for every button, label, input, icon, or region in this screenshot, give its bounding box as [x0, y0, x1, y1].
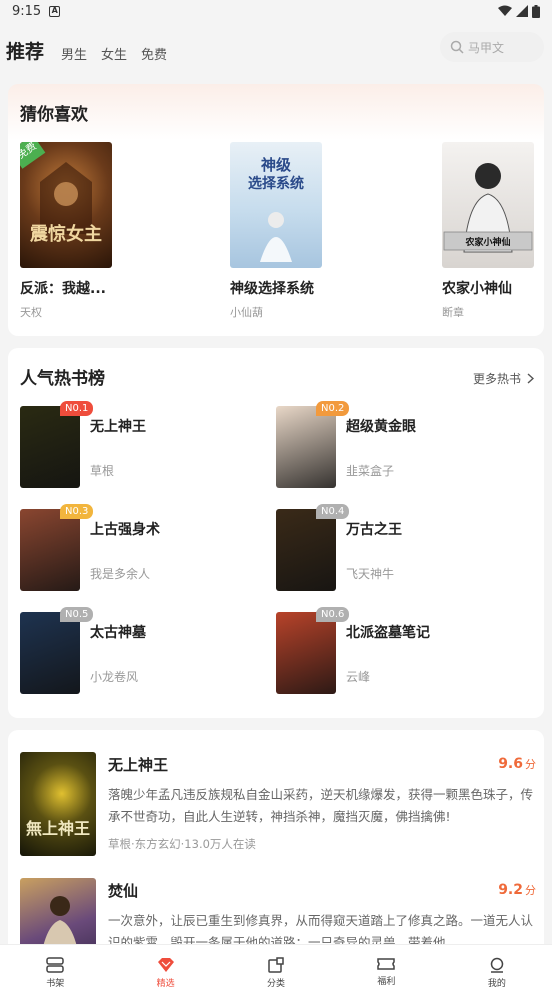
ranking-book-6[interactable]: N0.6 北派盗墓笔记 云峰: [276, 607, 526, 694]
book-title: 焚仙: [108, 882, 139, 900]
tab-male[interactable]: 男生: [61, 38, 87, 63]
book-title: 无上神王: [108, 756, 169, 774]
rank-badge: N0.3: [60, 504, 94, 519]
book-description: 落魄少年孟凡违反族规私自金山采药，逆天机缘爆发，获得一颗黑色珠子，传承不世奇功，…: [108, 787, 534, 824]
guess-book-3[interactable]: 农家小神仙 农家小神仙 断章: [442, 142, 546, 320]
guess-you-like-section: 猜你喜欢 震惊女主 免费 反派：我越... 天权 神级 选择系统 神级选择系统 …: [8, 84, 544, 336]
svg-text:选择系统: 选择系统: [248, 175, 304, 192]
book-cover: [276, 612, 336, 694]
book-author: 天权: [20, 306, 42, 319]
book-author: 韭菜盒子: [346, 464, 395, 478]
nav-mine[interactable]: 我的: [442, 945, 552, 994]
signal-icon: [516, 5, 528, 17]
ranking-book-2[interactable]: N0.2 超级黄金眼韭菜盒子: [276, 401, 526, 488]
book-cover: 震惊女主 免费: [20, 142, 112, 268]
book-title: 万古之王: [346, 522, 402, 538]
book-title: 农家小神仙: [442, 281, 512, 297]
book-cover: 無上神王: [20, 752, 96, 856]
book-cover: [276, 509, 336, 591]
diamond-icon: [157, 958, 174, 972]
rank-badge: N0.5: [60, 607, 94, 622]
section-title: 猜你喜欢: [20, 105, 88, 125]
svg-text:無上神王: 無上神王: [26, 819, 90, 838]
book-title: 上古强身术: [90, 522, 160, 538]
book-score: 9.6 分: [498, 756, 536, 772]
cover-caption: 农家小神仙: [464, 236, 510, 248]
status-time: 9:15: [12, 3, 42, 19]
book-author: 小仙葫: [230, 306, 263, 319]
bottom-nav-bar: 书架 精选 分类 福利 我的: [0, 944, 552, 994]
more-hot-books-link[interactable]: 更多热书: [473, 370, 534, 387]
book-cover: 神级 选择系统: [230, 142, 322, 268]
rank-badge: N0.2: [316, 401, 350, 416]
search-box[interactable]: 马甲文: [440, 32, 544, 62]
wifi-icon: [498, 5, 512, 16]
book-title: 反派：我越...: [20, 281, 106, 297]
top-tab-bar: 推荐 男生 女生 免费 马甲文: [0, 28, 552, 72]
ticket-icon: [377, 958, 396, 970]
section-title: 人气热书榜: [20, 369, 105, 389]
guess-book-2[interactable]: 神级 选择系统 神级选择系统 小仙葫: [230, 142, 334, 320]
ranking-book-4[interactable]: N0.4 万古之王飞天神牛: [276, 504, 526, 591]
rank-badge: N0.4: [316, 504, 350, 519]
book-author: 飞天神牛: [346, 567, 395, 581]
book-title: 神级选择系统: [230, 281, 314, 297]
book-title: 太古神墓: [90, 625, 146, 641]
battery-icon: [532, 4, 540, 18]
rank-badge: N0.1: [60, 401, 94, 416]
book-score: 9.2 分: [498, 882, 536, 898]
book-cover: [20, 509, 80, 591]
svg-text:神级: 神级: [261, 156, 292, 174]
svg-text:震惊女主: 震惊女主: [30, 223, 102, 245]
nav-category[interactable]: 分类: [221, 945, 331, 994]
book-author: 小龙卷风: [90, 670, 139, 684]
more-label: 更多热书: [472, 372, 521, 386]
book-cover: [20, 406, 80, 488]
recommend-book-1[interactable]: 無上神王 无上神王 9.6 分 落魄少年孟凡违反族规私自金山采药，逆天机缘爆发，获…: [20, 752, 536, 856]
ranking-book-5[interactable]: N0.5 太古神墓小龙卷风: [20, 607, 270, 694]
book-cover: [20, 612, 80, 694]
ranking-book-1[interactable]: N0.1 无上神王草根: [20, 401, 270, 488]
search-icon: [450, 40, 464, 54]
search-placeholder: 马甲文: [468, 40, 505, 55]
nav-welfare[interactable]: 福利: [331, 945, 441, 994]
book-cover: 农家小神仙: [442, 142, 534, 268]
book-author: 草根: [90, 464, 115, 478]
book-title: 北派盗墓笔记: [346, 625, 430, 641]
guess-book-1[interactable]: 震惊女主 免费 反派：我越... 天权: [20, 142, 124, 320]
tab-free[interactable]: 免费: [141, 38, 167, 63]
book-meta: 草根·东方玄幻·13.0万人在读: [108, 837, 256, 851]
tab-recommend[interactable]: 推荐: [6, 37, 44, 64]
book-title: 超级黄金眼: [346, 419, 416, 435]
ranking-book-3[interactable]: N0.3 上古强身术我是多余人: [20, 504, 270, 591]
profile-icon: [490, 957, 504, 973]
nav-bookshelf[interactable]: 书架: [0, 945, 110, 994]
tab-female[interactable]: 女生: [101, 38, 127, 63]
popular-ranking-section: 人气热书榜 更多热书 N0.1 无上神王草根 N0.2 超级黄金眼韭菜盒子 N0.3 上古…: [8, 348, 544, 718]
notification-a-icon: A: [49, 5, 61, 17]
bookshelf-icon: [46, 957, 64, 973]
status-bar: 9:15 A: [0, 0, 552, 22]
book-title: 无上神王: [90, 419, 146, 435]
book-cover: [276, 406, 336, 488]
rank-badge: N0.6: [316, 607, 350, 622]
book-author: 断章: [442, 306, 464, 319]
book-author: 云峰: [346, 670, 371, 684]
category-icon: [268, 957, 284, 973]
chevron-right-icon: [527, 373, 534, 384]
book-author: 我是多余人: [90, 567, 151, 581]
nav-featured[interactable]: 精选: [110, 945, 220, 994]
